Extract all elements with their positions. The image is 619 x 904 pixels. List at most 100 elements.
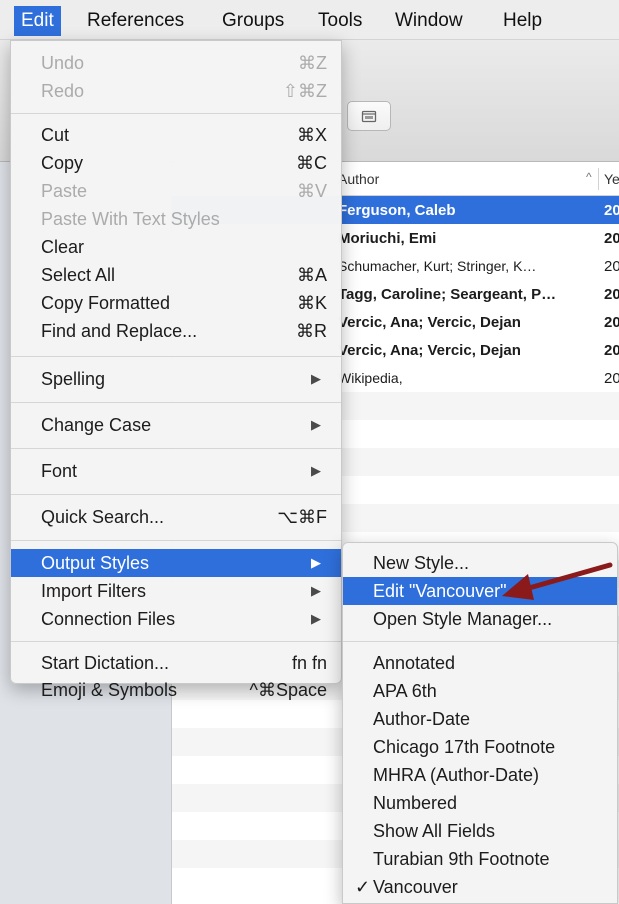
- menu-edit[interactable]: Edit: [14, 6, 61, 36]
- chevron-right-icon: ▶: [311, 371, 321, 386]
- row-year: 20: [604, 286, 619, 303]
- submenu-item-show-all-fields[interactable]: Show All Fields: [343, 817, 617, 845]
- menu-item-paste-with-text-styles[interactable]: Paste With Text Styles: [11, 205, 341, 233]
- menu-item-label: Select All: [41, 265, 116, 285]
- chevron-right-icon: ▶: [311, 555, 321, 570]
- submenu-item-label: Author-Date: [373, 709, 471, 729]
- menu-item-shortcut: ⌘R: [296, 321, 327, 341]
- menu-item-label: Copy: [41, 153, 84, 173]
- submenu-item-chicago-17th-footnote[interactable]: Chicago 17th Footnote: [343, 733, 617, 761]
- menu-item-spelling[interactable]: Spelling ▶: [11, 365, 341, 393]
- menu-item-label: Undo: [41, 53, 85, 73]
- menu-separator: [11, 494, 341, 495]
- row-author: Vercic, Ana; Vercic, Dejan: [338, 314, 521, 331]
- submenu-item-label: New Style...: [373, 553, 470, 573]
- menu-item-paste[interactable]: Paste ⌘V: [11, 177, 341, 205]
- menu-groups[interactable]: Groups: [215, 6, 291, 36]
- submenu-item-label: Edit "Vancouver": [373, 581, 507, 601]
- menu-item-connection-files[interactable]: Connection Files ▶: [11, 605, 341, 633]
- row-author: Tagg, Caroline; Seargeant, P…: [338, 286, 557, 303]
- folder-icon: [361, 110, 377, 123]
- menu-item-start-dictation[interactable]: Start Dictation... fn fn: [11, 649, 341, 677]
- row-year: 20: [604, 370, 619, 387]
- submenu-item-apa-6th[interactable]: APA 6th: [343, 677, 617, 705]
- row-year: 20: [604, 202, 619, 219]
- menu-item-select-all[interactable]: Select All ⌘A: [11, 261, 341, 289]
- menu-item-shortcut: fn fn: [291, 653, 327, 673]
- submenu-item-turabian-9th-footnote[interactable]: Turabian 9th Footnote: [343, 845, 617, 873]
- menu-item-label: Cut: [41, 125, 70, 145]
- submenu-item-label: Vancouver: [373, 877, 458, 897]
- menu-item-label: Emoji & Symbols: [41, 680, 178, 700]
- menu-item-label: Spelling: [41, 369, 106, 389]
- menu-item-shortcut: ⌘C: [296, 153, 327, 173]
- submenu-item-label: Show All Fields: [373, 821, 496, 841]
- submenu-item-open-style-manager[interactable]: Open Style Manager...: [343, 605, 617, 633]
- menu-item-cut[interactable]: Cut ⌘X: [11, 121, 341, 149]
- menu-references[interactable]: References: [80, 6, 191, 36]
- menu-item-label: Import Filters: [41, 581, 147, 601]
- menu-item-clear[interactable]: Clear: [11, 233, 341, 261]
- menu-item-import-filters[interactable]: Import Filters ▶: [11, 577, 341, 605]
- menu-item-label: Change Case: [41, 415, 152, 435]
- column-divider[interactable]: [598, 168, 599, 190]
- menu-separator: [11, 402, 341, 403]
- menu-item-copy-formatted[interactable]: Copy Formatted ⌘K: [11, 289, 341, 317]
- row-author: Vercic, Ana; Vercic, Dejan: [338, 342, 521, 359]
- menu-item-label: Find and Replace...: [41, 321, 198, 341]
- menu-item-output-styles[interactable]: Output Styles ▶: [11, 549, 341, 577]
- column-author[interactable]: Author: [338, 171, 379, 187]
- menu-separator: [11, 540, 341, 541]
- edit-menu: Undo ⌘Z Redo ⇧⌘Z Cut ⌘X Copy ⌘C Paste ⌘V…: [10, 40, 342, 684]
- row-year: 20: [604, 314, 619, 331]
- menu-item-emoji-symbols[interactable]: Emoji & Symbols ^⌘Space: [11, 676, 341, 704]
- submenu-item-label: Open Style Manager...: [373, 609, 553, 629]
- sort-ascending-icon: ^: [586, 170, 592, 184]
- output-styles-submenu: New Style... Edit "Vancouver" Open Style…: [342, 542, 618, 904]
- submenu-item-label: APA 6th: [373, 681, 437, 701]
- menu-separator: [343, 641, 617, 642]
- submenu-item-new-style[interactable]: New Style...: [343, 549, 617, 577]
- menu-item-label: Connection Files: [41, 609, 176, 629]
- menu-item-shortcut: ⌘Z: [298, 53, 327, 73]
- row-year: 20: [604, 342, 619, 359]
- menu-help[interactable]: Help: [496, 6, 549, 36]
- menu-separator: [11, 113, 341, 114]
- menu-tools[interactable]: Tools: [311, 6, 369, 36]
- menu-bar: Edit References Groups Tools Window Help: [0, 0, 619, 40]
- submenu-item-numbered[interactable]: Numbered: [343, 789, 617, 817]
- submenu-item-label: Numbered: [373, 793, 458, 813]
- menu-item-label: Output Styles: [41, 553, 150, 573]
- toolbar-folder-button[interactable]: [347, 101, 391, 131]
- row-author: Moriuchi, Emi: [338, 230, 437, 247]
- submenu-item-label: MHRA (Author-Date): [373, 765, 540, 785]
- submenu-item-label: Turabian 9th Footnote: [373, 849, 550, 869]
- submenu-item-annotated[interactable]: Annotated: [343, 649, 617, 677]
- menu-item-label: Font: [41, 461, 78, 481]
- submenu-item-label: Annotated: [373, 653, 456, 673]
- submenu-item-mhra-author-date[interactable]: MHRA (Author-Date): [343, 761, 617, 789]
- row-year: 20: [604, 258, 619, 275]
- menu-item-label: Quick Search...: [41, 507, 165, 527]
- menu-item-label: Start Dictation...: [41, 653, 170, 673]
- menu-item-label: Copy Formatted: [41, 293, 171, 313]
- menu-item-quick-search[interactable]: Quick Search... ⌥⌘F: [11, 503, 341, 531]
- menu-item-find-and-replace[interactable]: Find and Replace... ⌘R: [11, 317, 341, 345]
- menu-item-change-case[interactable]: Change Case ▶: [11, 411, 341, 439]
- chevron-right-icon: ▶: [311, 463, 321, 478]
- chevron-right-icon: ▶: [311, 583, 321, 598]
- menu-item-redo[interactable]: Redo ⇧⌘Z: [11, 77, 341, 105]
- column-year[interactable]: Ye: [604, 171, 619, 187]
- submenu-item-author-date[interactable]: Author-Date: [343, 705, 617, 733]
- submenu-item-edit-vancouver[interactable]: Edit "Vancouver": [343, 577, 617, 605]
- menu-window[interactable]: Window: [388, 6, 470, 36]
- submenu-item-vancouver[interactable]: ✓ Vancouver: [343, 873, 617, 901]
- menu-item-shortcut: ^⌘Space: [249, 680, 327, 700]
- row-year: 20: [604, 230, 619, 247]
- submenu-item-label: Chicago 17th Footnote: [373, 737, 556, 757]
- chevron-right-icon: ▶: [311, 611, 321, 626]
- row-author: Ferguson, Caleb: [338, 202, 456, 219]
- menu-item-undo[interactable]: Undo ⌘Z: [11, 49, 341, 77]
- menu-item-copy[interactable]: Copy ⌘C: [11, 149, 341, 177]
- menu-item-font[interactable]: Font ▶: [11, 457, 341, 485]
